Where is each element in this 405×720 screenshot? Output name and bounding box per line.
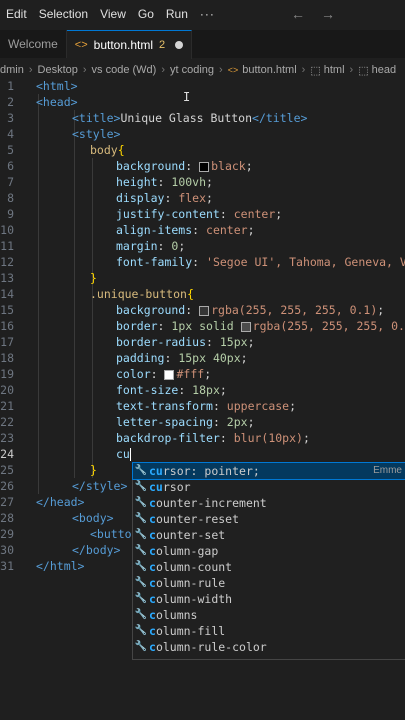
problem-count: 2 bbox=[159, 39, 166, 51]
autocomplete-suggestions: 🔧 cu rsor: pointer; Emme 🔧 cu rsor 🔧 c ounter-i… bbox=[132, 462, 405, 660]
code-line: 10 align-items: center; bbox=[0, 223, 255, 237]
wrench-icon: 🔧 bbox=[134, 641, 148, 652]
wrench-icon: 🔧 bbox=[134, 481, 148, 492]
code-line-current: 24 cu bbox=[0, 447, 131, 461]
wrench-icon: 🔧 bbox=[134, 497, 148, 508]
wrench-icon: 🔧 bbox=[134, 465, 148, 476]
unsaved-dot-icon[interactable] bbox=[175, 41, 184, 49]
suggestion-item[interactable]: 🔧 c olumns bbox=[133, 607, 405, 623]
menu-view[interactable]: View bbox=[94, 7, 132, 21]
code-line: 21 text-transform: uppercase; bbox=[0, 399, 297, 413]
code-line: 17 border-radius: 15px; bbox=[0, 335, 255, 349]
nav-buttons: ← → bbox=[291, 0, 405, 28]
breadcrumb-item[interactable]: Desktop bbox=[38, 64, 78, 76]
code-line: 20 font-size: 18px; bbox=[0, 383, 227, 397]
back-arrow-icon[interactable]: ← bbox=[291, 6, 305, 22]
wrench-icon: 🔧 bbox=[134, 577, 148, 588]
code-line: 13} bbox=[0, 271, 97, 285]
suggestion-item[interactable]: 🔧 c ounter-set bbox=[133, 527, 405, 543]
suggestion-item[interactable]: 🔧 c olumn-fill bbox=[133, 623, 405, 639]
more-menu-button[interactable]: ··· bbox=[194, 7, 221, 21]
color-swatch[interactable] bbox=[240, 321, 251, 332]
suggestion-item[interactable]: 🔧 c olumn-rule bbox=[133, 575, 405, 591]
html-file-icon: <> bbox=[74, 39, 88, 51]
breadcrumb-item[interactable]: ⬚ html bbox=[310, 64, 344, 77]
code-line: 14 .unique-button{ bbox=[0, 287, 194, 301]
tab-label: button.html bbox=[93, 38, 154, 52]
wrench-icon: 🔧 bbox=[134, 561, 148, 572]
code-line: 8 display: flex; bbox=[7, 191, 213, 205]
menu-edit[interactable]: Edit bbox=[0, 7, 33, 21]
code-line: 1 <html> bbox=[7, 79, 78, 93]
suggestion-item[interactable]: 🔧 c olumn-gap bbox=[133, 543, 405, 559]
code-line: 16 border: 1px solid rgba(255, 255, 255, … bbox=[0, 319, 405, 333]
tab-welcome[interactable]: Welcome bbox=[0, 30, 67, 58]
code-line: 11 margin: 0; bbox=[0, 239, 186, 253]
breadcrumb-item[interactable]: <> button.html bbox=[228, 64, 297, 76]
suggestion-item[interactable]: 🔧 c olumn-count bbox=[133, 559, 405, 575]
code-line: 4 <style> bbox=[7, 127, 121, 141]
suggestion-item[interactable]: 🔧 c olumn-width bbox=[133, 591, 405, 607]
forward-arrow-icon[interactable]: → bbox=[321, 6, 335, 22]
suggestion-item[interactable]: 🔧 cu rsor bbox=[133, 479, 405, 495]
color-swatch[interactable] bbox=[199, 305, 210, 316]
menu-selection[interactable]: Selection bbox=[33, 7, 94, 21]
tab-button-html[interactable]: <> button.html 2 bbox=[66, 30, 193, 59]
wrench-icon: 🔧 bbox=[134, 513, 148, 524]
code-line: 22 letter-spacing: 2px; bbox=[0, 415, 255, 429]
code-line: 2 <head> bbox=[7, 95, 78, 109]
wrench-icon: 🔧 bbox=[134, 593, 148, 604]
menu-run[interactable]: Run bbox=[160, 7, 194, 21]
color-swatch[interactable] bbox=[199, 161, 210, 172]
code-line: 5 body{ bbox=[7, 143, 125, 157]
html-file-icon: <> bbox=[227, 65, 239, 75]
code-line: 15 background: rgba(255, 255, 255, 0.1); bbox=[0, 303, 385, 317]
wrench-icon: 🔧 bbox=[134, 609, 148, 620]
suggestion-item[interactable]: 🔧 cu rsor: pointer; Emme bbox=[132, 462, 405, 480]
suggestion-item[interactable]: 🔧 c olumn-rule-color bbox=[133, 639, 405, 655]
breadcrumb-item[interactable]: ⬚ head bbox=[358, 64, 396, 77]
breadcrumb-item[interactable]: yt coding bbox=[170, 64, 214, 76]
breadcrumb-item[interactable]: dmin bbox=[0, 64, 24, 76]
code-line: 18 padding: 15px 40px; bbox=[0, 351, 248, 365]
breadcrumb-item[interactable]: vs code (Wd) bbox=[92, 64, 157, 76]
wrench-icon: 🔧 bbox=[134, 545, 148, 556]
wrench-icon: 🔧 bbox=[134, 529, 148, 540]
breadcrumb: dmin › Desktop › vs code (Wd) › yt coding › … bbox=[0, 64, 397, 77]
code-line: 3 <title>Unique Glass Button</title> bbox=[7, 111, 308, 125]
suggestion-item[interactable]: 🔧 c ounter-reset bbox=[133, 511, 405, 527]
suggestion-item[interactable]: 🔧 c ounter-increment bbox=[133, 495, 405, 511]
tab-label: Welcome bbox=[8, 37, 58, 51]
code-line: 6 background: black; bbox=[7, 159, 253, 173]
text-cursor bbox=[129, 448, 131, 461]
code-line: 23 backdrop-filter: blur(10px); bbox=[0, 431, 310, 445]
wrench-icon: 🔧 bbox=[134, 625, 148, 636]
menu-bar: Edit Selection View Go Run ··· ← → bbox=[0, 0, 405, 28]
code-line: 19 color: #fff; bbox=[0, 367, 212, 381]
editor-tabs: Welcome <> button.html 2 bbox=[0, 30, 405, 59]
element-icon: ⬚ bbox=[310, 64, 321, 77]
menu-go[interactable]: Go bbox=[132, 7, 160, 21]
code-line: 12 font-family: 'Segoe UI', Tahoma, Genev… bbox=[0, 255, 405, 269]
element-icon: ⬚ bbox=[358, 64, 369, 77]
color-swatch[interactable] bbox=[164, 369, 175, 380]
code-line: 9 justify-content: center; bbox=[7, 207, 283, 221]
code-line: 7 height: 100vh; bbox=[7, 175, 213, 189]
